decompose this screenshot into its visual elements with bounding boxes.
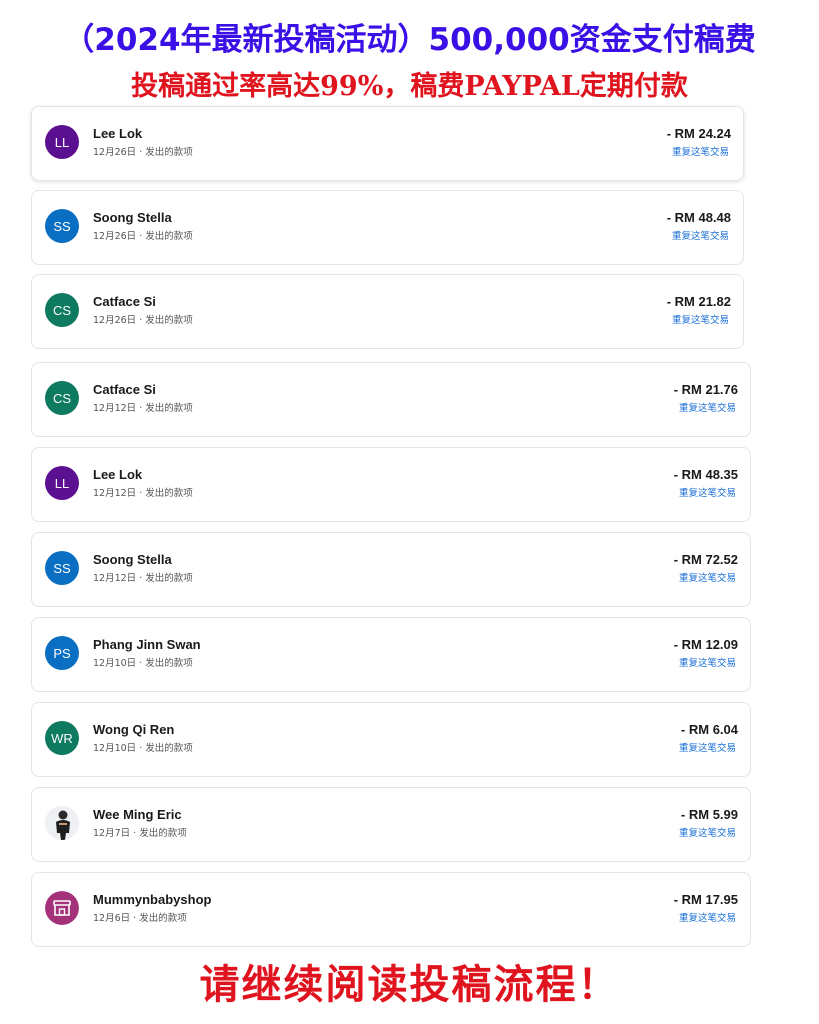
repeat-transaction-link[interactable]: 重复这笔交易 bbox=[672, 144, 729, 158]
transaction-amount: - RM 12.09 bbox=[673, 637, 738, 652]
transaction-meta: 12月12日 · 发出的款项 bbox=[93, 570, 193, 584]
avatar: SS bbox=[45, 209, 79, 243]
separator-dot: · bbox=[130, 828, 140, 839]
transaction-meta: 12月10日 · 发出的款项 bbox=[93, 655, 193, 669]
transaction-type: 发出的款项 bbox=[145, 658, 193, 669]
transaction-type: 发出的款项 bbox=[145, 315, 193, 326]
transaction-type: 发出的款项 bbox=[139, 913, 187, 924]
shop-icon bbox=[45, 891, 79, 925]
repeat-transaction-link[interactable]: 重复这笔交易 bbox=[672, 228, 729, 242]
transaction-amount: - RM 21.82 bbox=[666, 294, 731, 309]
transaction-date: 12月6日 bbox=[93, 913, 131, 924]
separator-dot: · bbox=[136, 231, 146, 242]
payee-name: Mummynbabyshop bbox=[93, 892, 212, 907]
transaction-date: 12月26日 bbox=[93, 147, 137, 158]
repeat-transaction-link[interactable]: 重复这笔交易 bbox=[679, 655, 736, 669]
transaction-amount: - RM 17.95 bbox=[673, 892, 738, 907]
transaction-meta: 12月6日 · 发出的款项 bbox=[93, 910, 187, 924]
repeat-transaction-link[interactable]: 重复这笔交易 bbox=[679, 485, 736, 499]
separator-dot: · bbox=[136, 573, 146, 584]
transaction-date: 12月26日 bbox=[93, 231, 137, 242]
separator-dot: · bbox=[136, 743, 146, 754]
transaction-meta: 12月12日 · 发出的款项 bbox=[93, 400, 193, 414]
transaction-date: 12月12日 bbox=[93, 488, 137, 499]
transaction-amount: - RM 5.99 bbox=[680, 807, 738, 822]
avatar: WR bbox=[45, 721, 79, 755]
payee-name: Lee Lok bbox=[93, 126, 143, 141]
repeat-transaction-link[interactable]: 重复这笔交易 bbox=[679, 570, 736, 584]
promo-footer: 请继续阅读投稿流程！ bbox=[199, 961, 620, 1008]
transaction-date: 12月7日 bbox=[93, 828, 131, 839]
avatar: CS bbox=[45, 293, 79, 327]
transaction-type: 发出的款项 bbox=[145, 147, 193, 158]
transaction-row[interactable]: LL Lee Lok 12月26日 · 发出的款项 - RM 24.24 重复这… bbox=[31, 106, 744, 181]
transaction-amount: - RM 48.35 bbox=[673, 467, 738, 482]
transaction-row[interactable]: PS Phang Jinn Swan 12月10日 · 发出的款项 - RM 1… bbox=[31, 617, 751, 692]
transaction-row[interactable]: SS Soong Stella 12月12日 · 发出的款项 - RM 72.5… bbox=[31, 532, 751, 607]
transaction-type: 发出的款项 bbox=[145, 403, 193, 414]
payee-name: Phang Jinn Swan bbox=[93, 637, 201, 652]
transaction-type: 发出的款项 bbox=[145, 743, 193, 754]
payee-name: Catface Si bbox=[93, 382, 156, 397]
person-photo-icon bbox=[45, 806, 79, 840]
avatar: CS bbox=[45, 381, 79, 415]
transaction-row[interactable]: CS Catface Si 12月12日 · 发出的款项 - RM 21.76 … bbox=[31, 362, 751, 437]
promo-headline: （2024年最新投稿活动）500,000资金支付稿费 bbox=[63, 22, 756, 58]
repeat-transaction-link[interactable]: 重复这笔交易 bbox=[679, 400, 736, 414]
separator-dot: · bbox=[136, 658, 146, 669]
transaction-date: 12月26日 bbox=[93, 315, 137, 326]
repeat-transaction-link[interactable]: 重复这笔交易 bbox=[679, 825, 736, 839]
transaction-row[interactable]: CS Catface Si 12月26日 · 发出的款项 - RM 21.82 … bbox=[31, 274, 744, 349]
transaction-type: 发出的款项 bbox=[139, 828, 187, 839]
transaction-date: 12月12日 bbox=[93, 573, 137, 584]
payee-name: Lee Lok bbox=[93, 467, 143, 482]
transaction-meta: 12月10日 · 发出的款项 bbox=[93, 740, 193, 754]
transaction-row[interactable]: LL Lee Lok 12月12日 · 发出的款项 - RM 48.35 重复这… bbox=[31, 447, 751, 522]
transaction-meta: 12月7日 · 发出的款项 bbox=[93, 825, 187, 839]
payee-name: Soong Stella bbox=[93, 552, 172, 567]
transaction-meta: 12月12日 · 发出的款项 bbox=[93, 485, 193, 499]
promo-subheadline: 投稿通过率高达99%，稿费PAYPAL定期付款 bbox=[131, 71, 688, 102]
repeat-transaction-link[interactable]: 重复这笔交易 bbox=[672, 312, 729, 326]
repeat-transaction-link[interactable]: 重复这笔交易 bbox=[679, 740, 736, 754]
transaction-date: 12月10日 bbox=[93, 658, 137, 669]
transaction-type: 发出的款项 bbox=[145, 488, 193, 499]
transaction-date: 12月12日 bbox=[93, 403, 137, 414]
transaction-row[interactable]: Wee Ming Eric 12月7日 · 发出的款项 - RM 5.99 重复… bbox=[31, 787, 751, 862]
separator-dot: · bbox=[130, 913, 140, 924]
payee-name: Wong Qi Ren bbox=[93, 722, 175, 737]
separator-dot: · bbox=[136, 403, 146, 414]
payee-name: Soong Stella bbox=[93, 210, 172, 225]
transaction-amount: - RM 72.52 bbox=[673, 552, 738, 567]
transaction-type: 发出的款项 bbox=[145, 573, 193, 584]
avatar: LL bbox=[45, 466, 79, 500]
avatar: LL bbox=[45, 125, 79, 159]
transaction-amount: - RM 48.48 bbox=[666, 210, 731, 225]
transaction-meta: 12月26日 · 发出的款项 bbox=[93, 312, 193, 326]
avatar: SS bbox=[45, 551, 79, 585]
separator-dot: · bbox=[136, 147, 146, 158]
transaction-meta: 12月26日 · 发出的款项 bbox=[93, 228, 193, 242]
avatar: PS bbox=[45, 636, 79, 670]
repeat-transaction-link[interactable]: 重复这笔交易 bbox=[679, 910, 736, 924]
transaction-amount: - RM 21.76 bbox=[673, 382, 738, 397]
transaction-date: 12月10日 bbox=[93, 743, 137, 754]
transaction-row[interactable]: Mummynbabyshop 12月6日 · 发出的款项 - RM 17.95 … bbox=[31, 872, 751, 947]
payee-name: Wee Ming Eric bbox=[93, 807, 182, 822]
separator-dot: · bbox=[136, 315, 146, 326]
transaction-row[interactable]: SS Soong Stella 12月26日 · 发出的款项 - RM 48.4… bbox=[31, 190, 744, 265]
transaction-amount: - RM 24.24 bbox=[666, 126, 731, 141]
separator-dot: · bbox=[136, 488, 146, 499]
transaction-amount: - RM 6.04 bbox=[680, 722, 738, 737]
transaction-type: 发出的款项 bbox=[145, 231, 193, 242]
transaction-meta: 12月26日 · 发出的款项 bbox=[93, 144, 193, 158]
payee-name: Catface Si bbox=[93, 294, 156, 309]
transaction-row[interactable]: WR Wong Qi Ren 12月10日 · 发出的款项 - RM 6.04 … bbox=[31, 702, 751, 777]
